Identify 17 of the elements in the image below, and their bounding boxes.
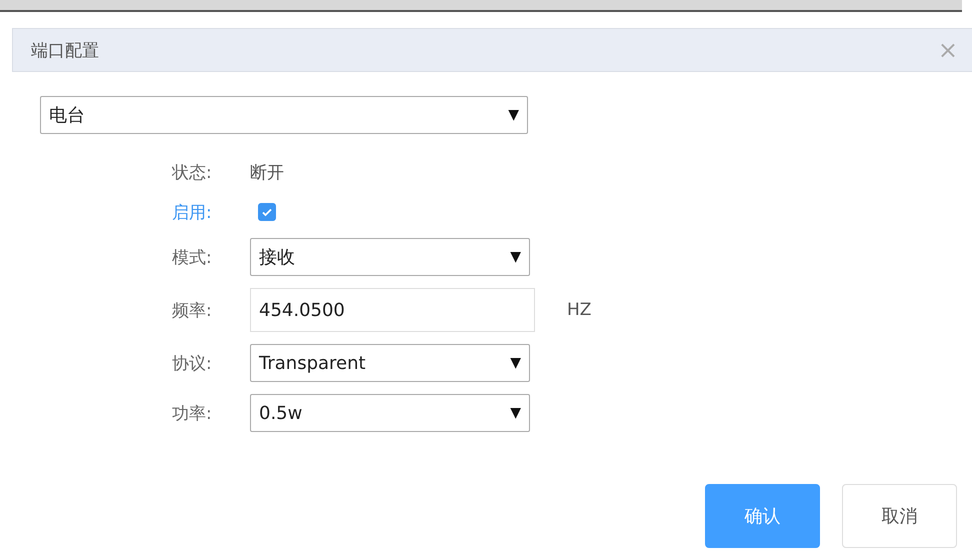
status-value: 断开 xyxy=(250,162,284,184)
field-label: 启用: xyxy=(172,202,213,224)
field-label: 频率: xyxy=(172,300,213,322)
cancel-button[interactable]: 取消 xyxy=(842,484,957,548)
field-label: 状态: xyxy=(172,162,213,184)
unit-label: HZ xyxy=(567,300,592,320)
dropdown[interactable]: 0.5w ▼ xyxy=(250,394,530,432)
field-label: 功率: xyxy=(172,402,213,424)
dropdown[interactable]: Transparent ▼ xyxy=(250,344,530,382)
dropdown[interactable]: 接收 ▼ xyxy=(250,238,530,276)
dialog-title: 端口配置 xyxy=(31,40,99,62)
enable-checkbox[interactable] xyxy=(258,203,276,221)
field-label: 模式: xyxy=(172,246,213,268)
port-select[interactable]: 电台 ▼ xyxy=(40,96,528,134)
check-icon xyxy=(261,206,273,218)
input-field[interactable]: 454.0500 xyxy=(250,288,535,332)
field-label: 协议: xyxy=(172,352,213,374)
